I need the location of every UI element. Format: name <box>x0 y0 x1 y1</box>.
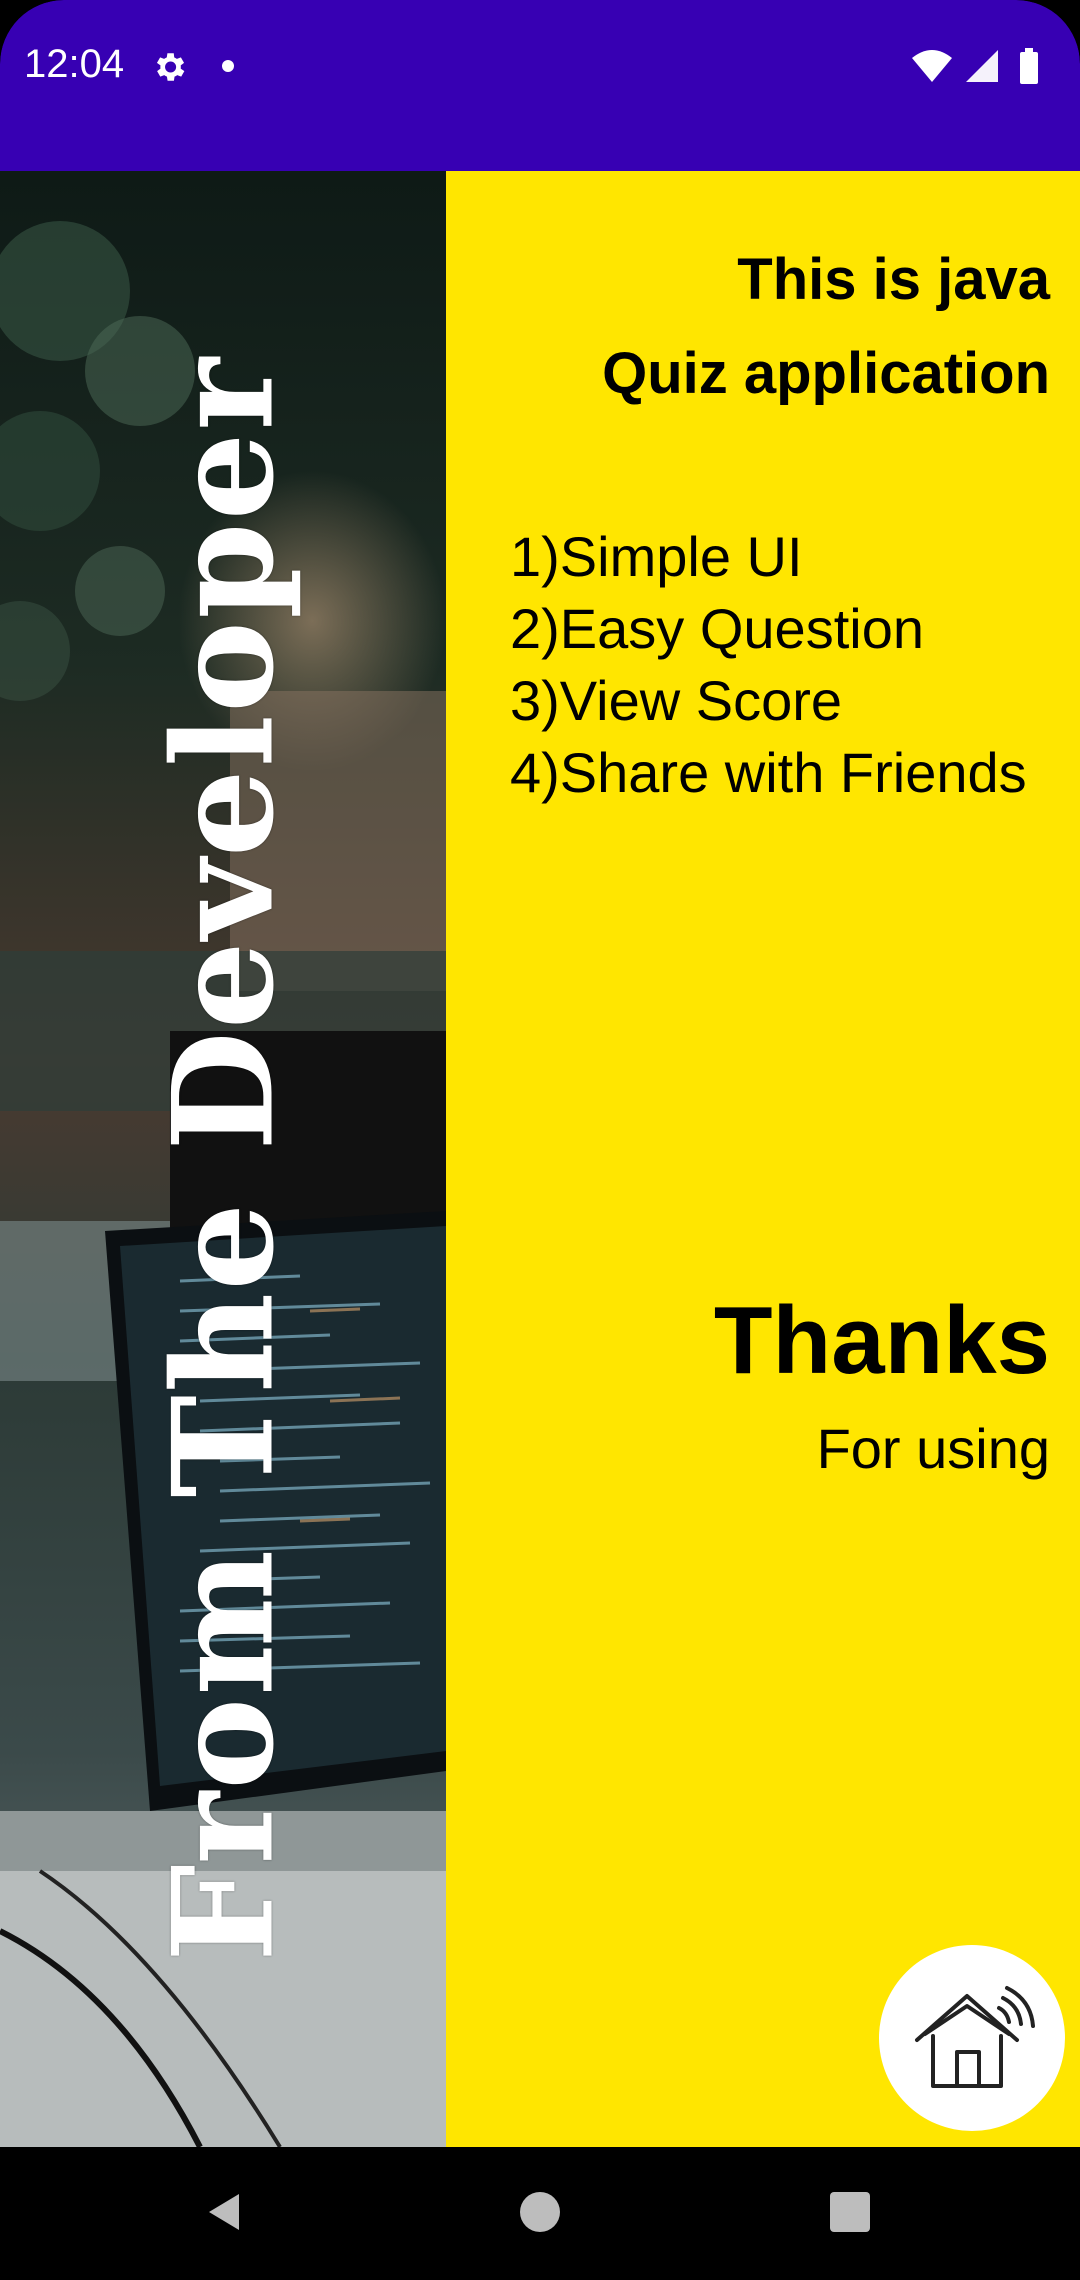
main-content: From The Developer This is java Quiz app… <box>0 171 1080 2147</box>
system-status-icons <box>912 48 1038 84</box>
info-panel: This is java Quiz application 1)Simple U… <box>446 171 1080 2147</box>
feature-item: 4)Share with Friends <box>510 741 1027 804</box>
for-using-text: For using <box>816 1417 1050 1480</box>
recents-button[interactable] <box>815 2177 885 2247</box>
feature-list: 1)Simple UI 2)Easy Question 3)View Score… <box>510 521 1027 809</box>
smart-home-icon <box>915 1986 1035 2088</box>
recents-square-icon <box>830 2192 870 2232</box>
feature-item: 1)Simple UI <box>510 525 803 588</box>
battery-icon <box>1020 48 1038 84</box>
feature-item: 2)Easy Question <box>510 597 924 660</box>
intro-line-1: This is java <box>737 247 1050 312</box>
navigation-bar <box>0 2147 1080 2280</box>
intro-text: This is java Quiz application <box>602 233 1050 421</box>
home-circle-icon <box>520 2192 560 2232</box>
home-nav-button[interactable] <box>505 2177 575 2247</box>
thanks-heading: Thanks <box>713 1287 1050 1394</box>
home-button[interactable] <box>879 1945 1065 2131</box>
intro-line-2: Quiz application <box>602 341 1050 406</box>
wifi-icon <box>912 50 952 82</box>
feature-item: 3)View Score <box>510 669 843 732</box>
signal-icon <box>966 50 998 82</box>
developer-photo-panel: From The Developer <box>0 171 446 2147</box>
status-bar: 12:04 <box>0 0 1080 171</box>
gear-icon <box>156 53 185 81</box>
from-the-developer-title: From The Developer <box>141 355 305 1963</box>
status-time: 12:04 <box>24 42 125 86</box>
notification-dot-icon <box>222 60 234 72</box>
back-icon <box>209 2194 239 2230</box>
back-button[interactable] <box>190 2177 260 2247</box>
screen: 12:04 From The Developer This is java Qu… <box>0 0 1080 2280</box>
